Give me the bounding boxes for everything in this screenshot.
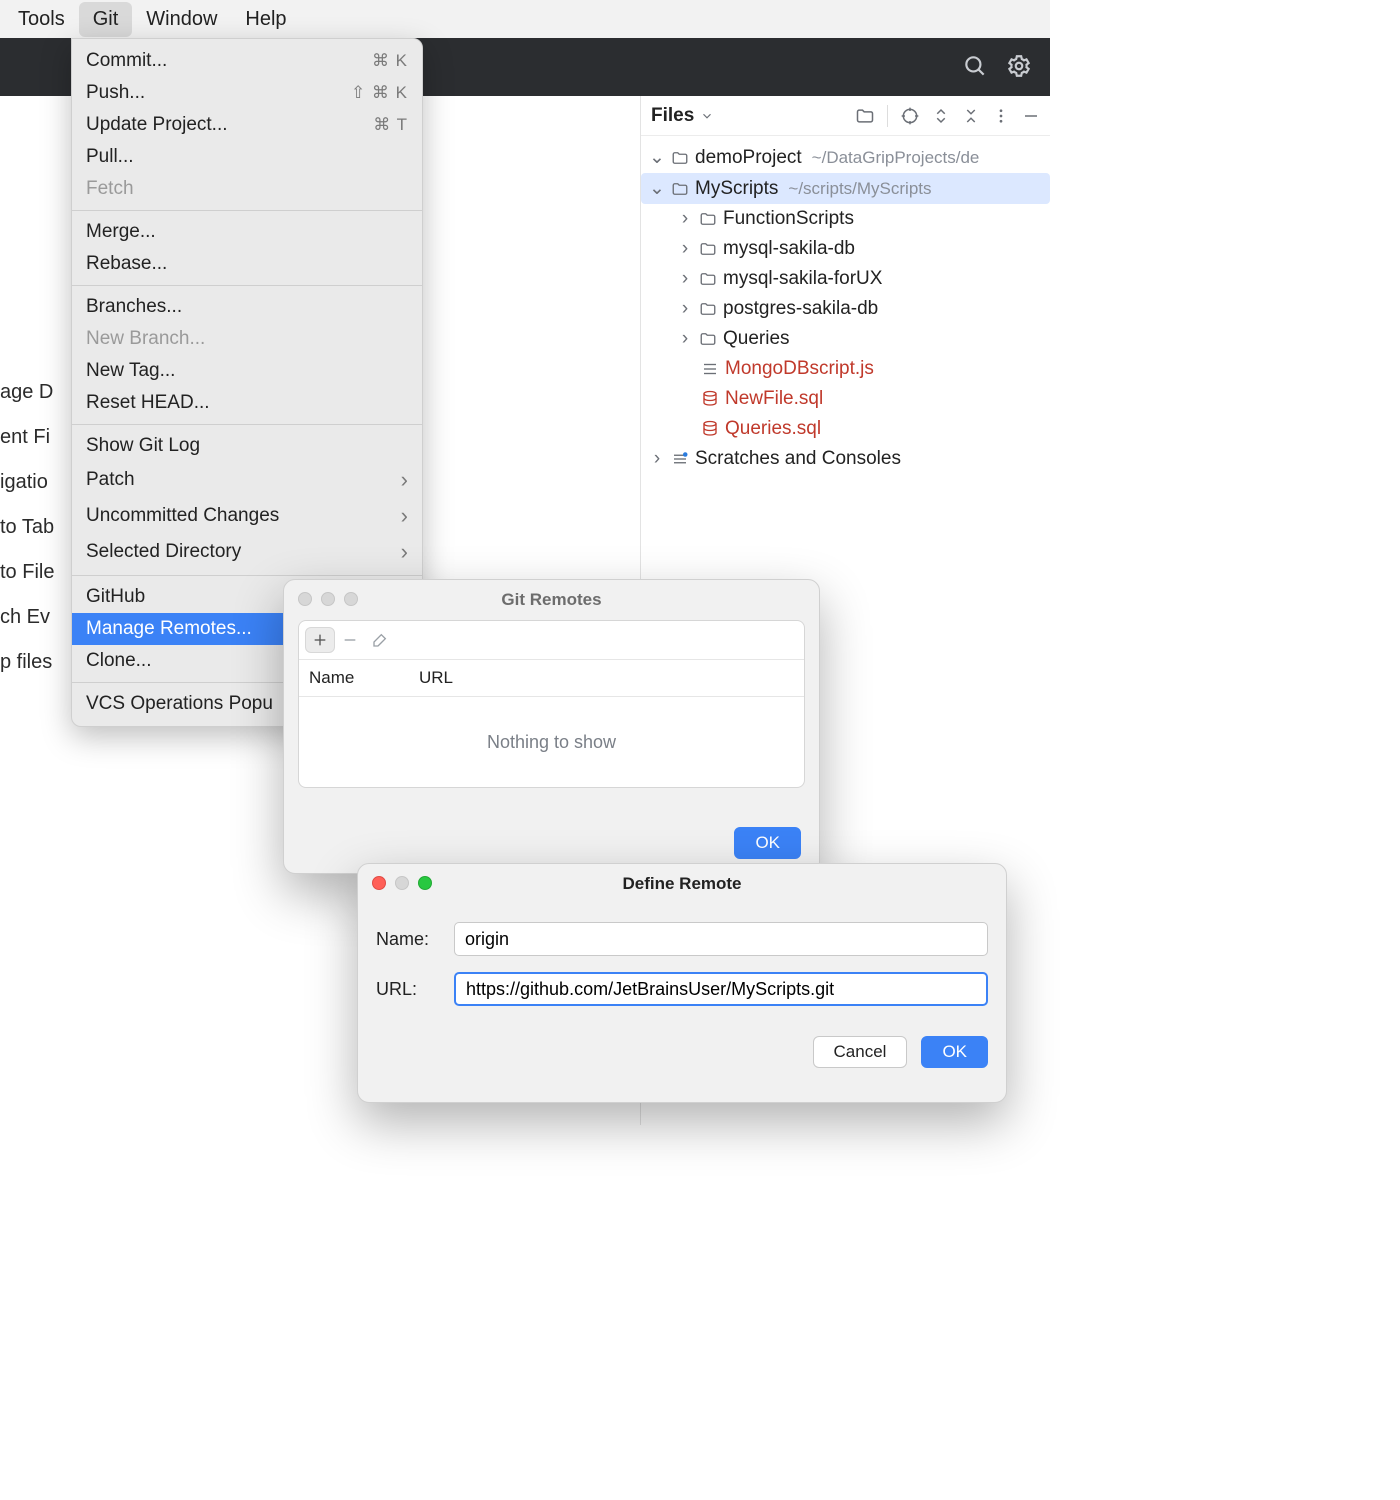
ok-button[interactable]: OK xyxy=(734,827,801,859)
dialog-title: Define Remote xyxy=(622,874,741,893)
dialog-titlebar: Git Remotes xyxy=(284,580,819,620)
chevron-down-icon xyxy=(700,109,714,123)
menu-new-branch: New Branch... xyxy=(72,323,422,355)
close-window-button[interactable] xyxy=(298,592,312,606)
remotes-table-empty: Nothing to show xyxy=(299,697,804,787)
remotes-list-panel: Name URL Nothing to show xyxy=(298,620,805,788)
menu-uncommitted-changes[interactable]: Uncommitted Changes xyxy=(72,498,422,534)
menu-new-tag[interactable]: New Tag... xyxy=(72,355,422,387)
menu-bar: Tools Git Window Help xyxy=(0,0,1050,38)
define-remote-dialog: Define Remote Name: URL: Cancel OK xyxy=(357,863,1007,1103)
remove-remote-button[interactable] xyxy=(335,627,365,653)
chevron-down-icon: ⌄ xyxy=(649,146,665,169)
url-input[interactable] xyxy=(454,972,988,1006)
menu-tools[interactable]: Tools xyxy=(4,2,79,37)
minimize-window-button[interactable] xyxy=(321,592,335,606)
tree-node-mysql-sakila-db[interactable]: › mysql-sakila-db xyxy=(641,234,1050,264)
ok-button[interactable]: OK xyxy=(921,1036,988,1068)
target-icon[interactable] xyxy=(900,106,920,126)
folder-icon[interactable] xyxy=(855,106,875,126)
window-controls xyxy=(298,592,358,606)
files-panel-header: Files xyxy=(641,96,1050,136)
folder-icon xyxy=(699,270,717,288)
menu-branches[interactable]: Branches... xyxy=(72,291,422,323)
file-text-icon xyxy=(701,360,719,378)
tree-node-queries-folder[interactable]: › Queries xyxy=(641,324,1050,354)
gear-icon[interactable] xyxy=(1006,53,1032,79)
cancel-button[interactable]: Cancel xyxy=(813,1036,908,1068)
name-input[interactable] xyxy=(454,922,988,956)
chevron-right-icon: › xyxy=(677,328,693,350)
folder-icon xyxy=(699,330,717,348)
zoom-window-button[interactable] xyxy=(418,876,432,890)
menu-git[interactable]: Git xyxy=(79,2,133,37)
tree-node-mongodbscript[interactable]: MongoDBscript.js xyxy=(641,354,1050,384)
tree-node-postgres-sakila-db[interactable]: › postgres-sakila-db xyxy=(641,294,1050,324)
chevron-right-icon: › xyxy=(677,208,693,230)
folder-icon xyxy=(671,180,689,198)
menu-push[interactable]: Push...⇧ ⌘ K xyxy=(72,77,422,109)
tree-node-functionscripts[interactable]: › FunctionScripts xyxy=(641,204,1050,234)
chevron-right-icon: › xyxy=(677,298,693,320)
files-tree: ⌄ demoProject~/DataGripProjects/de ⌄ MyS… xyxy=(641,136,1050,474)
folder-icon xyxy=(699,240,717,258)
dialog-title: Git Remotes xyxy=(501,590,601,609)
menu-selected-directory[interactable]: Selected Directory xyxy=(72,534,422,570)
url-label: URL: xyxy=(376,979,454,1000)
edit-remote-button[interactable] xyxy=(365,627,395,653)
folder-icon xyxy=(671,149,689,167)
menu-window[interactable]: Window xyxy=(132,2,231,37)
menu-patch[interactable]: Patch xyxy=(72,462,422,498)
tree-node-newfile-sql[interactable]: NewFile.sql xyxy=(641,384,1050,414)
window-controls xyxy=(372,876,432,890)
dialog-titlebar: Define Remote xyxy=(358,864,1006,904)
folder-icon xyxy=(699,300,717,318)
menu-commit[interactable]: Commit...⌘ K xyxy=(72,45,422,77)
column-url: URL xyxy=(419,668,453,688)
files-panel-title[interactable]: Files xyxy=(651,105,714,127)
database-icon xyxy=(701,390,719,408)
database-icon xyxy=(701,420,719,438)
tree-node-demoproject[interactable]: ⌄ demoProject~/DataGripProjects/de xyxy=(641,142,1050,173)
menu-merge[interactable]: Merge... xyxy=(72,216,422,248)
folder-icon xyxy=(699,210,717,228)
git-remotes-dialog: Git Remotes Name URL Nothing to show OK xyxy=(283,579,820,874)
expand-collapse-icon[interactable] xyxy=(932,106,950,126)
collapse-all-icon[interactable] xyxy=(962,107,980,125)
menu-pull[interactable]: Pull... xyxy=(72,141,422,173)
menu-help[interactable]: Help xyxy=(231,2,300,37)
menu-fetch: Fetch xyxy=(72,173,422,205)
files-toolbar-icons xyxy=(855,105,1040,127)
menu-rebase[interactable]: Rebase... xyxy=(72,248,422,280)
search-icon[interactable] xyxy=(962,53,988,79)
menu-reset-head[interactable]: Reset HEAD... xyxy=(72,387,422,419)
column-name: Name xyxy=(309,668,419,688)
minimize-window-button[interactable] xyxy=(395,876,409,890)
tree-node-myscripts[interactable]: ⌄ MyScripts~/scripts/MyScripts xyxy=(641,173,1050,204)
close-window-button[interactable] xyxy=(372,876,386,890)
minimize-icon[interactable] xyxy=(1022,107,1040,125)
add-remote-button[interactable] xyxy=(305,627,335,653)
menu-update-project[interactable]: Update Project...⌘ T xyxy=(72,109,422,141)
tree-node-scratches[interactable]: › Scratches and Consoles xyxy=(641,444,1050,474)
chevron-right-icon: › xyxy=(677,268,693,290)
chevron-right-icon: › xyxy=(677,238,693,260)
tree-node-mysql-sakila-forux[interactable]: › mysql-sakila-forUX xyxy=(641,264,1050,294)
remotes-table-header: Name URL xyxy=(299,660,804,697)
left-obscured-text: age D ent Fi igatio to Tab to File ch Ev… xyxy=(0,370,54,685)
zoom-window-button[interactable] xyxy=(344,592,358,606)
menu-show-git-log[interactable]: Show Git Log xyxy=(72,430,422,462)
chevron-down-icon: ⌄ xyxy=(649,177,665,200)
name-label: Name: xyxy=(376,929,454,950)
scratches-icon xyxy=(671,450,689,468)
chevron-right-icon: › xyxy=(649,448,665,470)
tree-node-queries-sql[interactable]: Queries.sql xyxy=(641,414,1050,444)
more-icon[interactable] xyxy=(992,107,1010,125)
